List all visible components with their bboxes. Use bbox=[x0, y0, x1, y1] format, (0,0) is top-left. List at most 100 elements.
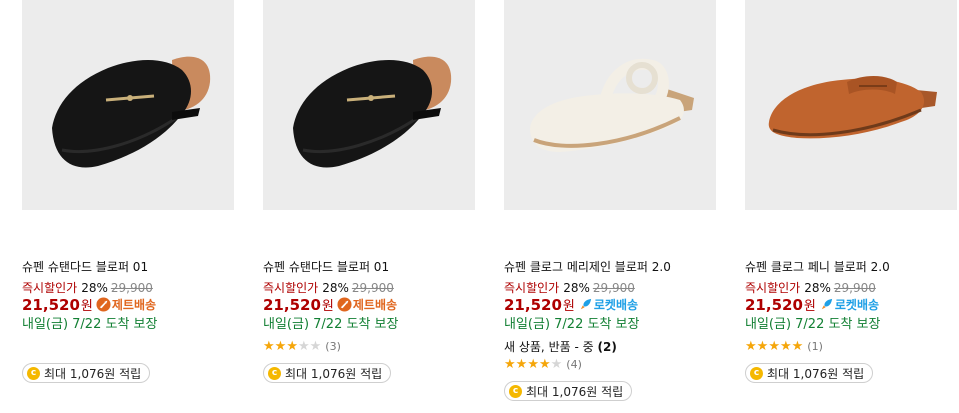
product-card[interactable]: 슈펜 슈탠다드 블로퍼 01 즉시할인가 28% 29,900 21,520 원 제트… bbox=[261, 0, 476, 413]
product-card[interactable]: 슈펜 클로그 페니 블로퍼 2.0 즉시할인가 28% 29,900 21,520 원… bbox=[743, 0, 958, 413]
rating-count: (1) bbox=[807, 340, 823, 353]
rating-count: (3) bbox=[325, 340, 341, 353]
delivery-badge-label: 제트배송 bbox=[111, 298, 157, 312]
product-image[interactable] bbox=[504, 0, 716, 210]
star-empty-icon: ★ bbox=[297, 339, 310, 354]
white-maryjane-mule-icon bbox=[530, 58, 694, 152]
arrival-guarantee: 내일(금) 7/22 도착 보장 bbox=[263, 317, 399, 332]
star-filled-icon: ★ bbox=[756, 339, 769, 354]
price-line: 21,520 원 제트배송 bbox=[263, 295, 397, 315]
price-line: 21,520 원 로켓배송 bbox=[504, 295, 638, 315]
delivery-badge: 제트배송 bbox=[337, 296, 397, 313]
product-card[interactable]: 슈펜 클로그 메리제인 블로퍼 2.0 즉시할인가 28% 29,900 21,52… bbox=[502, 0, 717, 413]
reward-badge: c 최대 1,076원 적립 bbox=[263, 363, 392, 383]
discount-label: 즉시할인가 bbox=[504, 281, 560, 295]
price-line: 21,520 원 로켓배송 bbox=[745, 295, 879, 315]
item-condition-count: (2) bbox=[597, 340, 617, 354]
rocket-icon bbox=[580, 298, 591, 310]
reward-text: 최대 1,076원 적립 bbox=[767, 366, 865, 381]
reward-badge: c 최대 1,076원 적립 bbox=[22, 363, 151, 383]
arrival-guarantee: 내일(금) 7/22 도착 보장 bbox=[22, 317, 158, 332]
sale-price: 21,520 bbox=[22, 295, 80, 314]
sale-price: 21,520 bbox=[504, 295, 562, 314]
product-name[interactable]: 슈펜 슈탠다드 블로퍼 01 bbox=[22, 258, 148, 275]
rating[interactable]: ★ ★ ★ ★ ★ (4) bbox=[504, 358, 582, 371]
star-filled-icon: ★ bbox=[263, 339, 275, 354]
arrival-guarantee: 내일(금) 7/22 도착 보장 bbox=[745, 317, 881, 332]
product-name[interactable]: 슈펜 클로그 메리제인 블로퍼 2.0 bbox=[504, 258, 671, 275]
star-empty-icon: ★ bbox=[309, 339, 322, 354]
delivery-badge: 제트배송 bbox=[96, 296, 156, 313]
sale-price: 21,520 bbox=[263, 295, 321, 314]
currency-unit: 원 bbox=[80, 299, 93, 314]
discount-line: 즉시할인가 28% 29,900 bbox=[745, 279, 876, 296]
delivery-badge-label: 로켓배송 bbox=[593, 298, 639, 312]
reward-badge: c 최대 1,076원 적립 bbox=[504, 381, 633, 401]
coin-icon: c bbox=[268, 366, 281, 380]
delivery-badge-label: 로켓배송 bbox=[834, 298, 880, 312]
currency-unit: 원 bbox=[562, 299, 575, 314]
delivery-badge: 로켓배송 bbox=[819, 296, 879, 313]
product-image[interactable] bbox=[263, 0, 475, 210]
star-filled-icon: ★ bbox=[538, 357, 551, 372]
product-card[interactable]: 슈펜 슈탠다드 블로퍼 01 즉시할인가 28% 29,900 21,520 원 제트… bbox=[20, 0, 235, 413]
star-filled-icon: ★ bbox=[745, 339, 757, 354]
star-filled-icon: ★ bbox=[286, 339, 298, 354]
discount-label: 즉시할인가 bbox=[263, 281, 319, 295]
price-line: 21,520 원 제트배송 bbox=[22, 295, 156, 315]
discount-label: 즉시할인가 bbox=[22, 281, 78, 295]
discount-percent: 28% bbox=[563, 281, 590, 295]
product-grid: 슈펜 슈탠다드 블로퍼 01 즉시할인가 28% 29,900 21,520 원 제트… bbox=[0, 0, 959, 413]
star-filled-icon: ★ bbox=[515, 357, 528, 372]
item-condition-text: 새 상품, 반품 - 중 bbox=[504, 340, 594, 354]
reward-text: 최대 1,076원 적립 bbox=[526, 384, 624, 399]
reward-text: 최대 1,076원 적립 bbox=[285, 366, 383, 381]
discount-percent: 28% bbox=[322, 281, 349, 295]
coin-icon: c bbox=[750, 366, 763, 380]
arrival-guarantee: 내일(금) 7/22 도착 보장 bbox=[504, 317, 640, 332]
original-price: 29,900 bbox=[110, 281, 153, 295]
jet-icon bbox=[337, 297, 352, 312]
star-filled-icon: ★ bbox=[527, 357, 539, 372]
rocket-icon bbox=[821, 298, 832, 310]
star-filled-icon: ★ bbox=[768, 339, 780, 354]
delivery-badge: 로켓배송 bbox=[578, 296, 638, 313]
star-filled-icon: ★ bbox=[779, 339, 792, 354]
rating[interactable]: ★ ★ ★ ★ ★ (3) bbox=[263, 340, 341, 353]
discount-line: 즉시할인가 28% 29,900 bbox=[504, 279, 635, 296]
rating-stars: ★ ★ ★ ★ ★ bbox=[263, 340, 321, 353]
rating-count: (4) bbox=[566, 358, 582, 371]
star-filled-icon: ★ bbox=[504, 357, 516, 372]
product-name[interactable]: 슈펜 슈탠다드 블로퍼 01 bbox=[263, 258, 389, 275]
sale-price: 21,520 bbox=[745, 295, 803, 314]
brown-penny-mule-icon bbox=[768, 76, 937, 139]
product-image[interactable] bbox=[745, 0, 957, 210]
star-filled-icon: ★ bbox=[791, 339, 804, 354]
rating-stars: ★ ★ ★ ★ ★ bbox=[504, 358, 562, 371]
product-image[interactable] bbox=[22, 0, 234, 210]
original-price: 29,900 bbox=[351, 281, 394, 295]
discount-line: 즉시할인가 28% 29,900 bbox=[263, 279, 394, 296]
currency-unit: 원 bbox=[321, 299, 334, 314]
discount-line: 즉시할인가 28% 29,900 bbox=[22, 279, 153, 296]
black-mule-loafer-icon bbox=[293, 56, 452, 168]
discount-percent: 28% bbox=[804, 281, 831, 295]
original-price: 29,900 bbox=[592, 281, 635, 295]
jet-icon bbox=[96, 297, 111, 312]
delivery-badge-label: 제트배송 bbox=[352, 298, 398, 312]
coin-icon: c bbox=[27, 366, 40, 380]
discount-percent: 28% bbox=[81, 281, 108, 295]
rating-stars: ★ ★ ★ ★ ★ bbox=[745, 340, 803, 353]
item-condition[interactable]: 새 상품, 반품 - 중 (2) bbox=[504, 338, 617, 355]
reward-badge: c 최대 1,076원 적립 bbox=[745, 363, 874, 383]
product-name[interactable]: 슈펜 클로그 페니 블로퍼 2.0 bbox=[745, 258, 890, 275]
star-empty-icon: ★ bbox=[550, 357, 563, 372]
black-mule-loafer-icon bbox=[52, 56, 211, 168]
rating[interactable]: ★ ★ ★ ★ ★ (1) bbox=[745, 340, 823, 353]
coin-icon: c bbox=[509, 384, 522, 398]
currency-unit: 원 bbox=[803, 299, 816, 314]
original-price: 29,900 bbox=[833, 281, 876, 295]
reward-text: 최대 1,076원 적립 bbox=[44, 366, 142, 381]
discount-label: 즉시할인가 bbox=[745, 281, 801, 295]
star-filled-icon: ★ bbox=[274, 339, 287, 354]
